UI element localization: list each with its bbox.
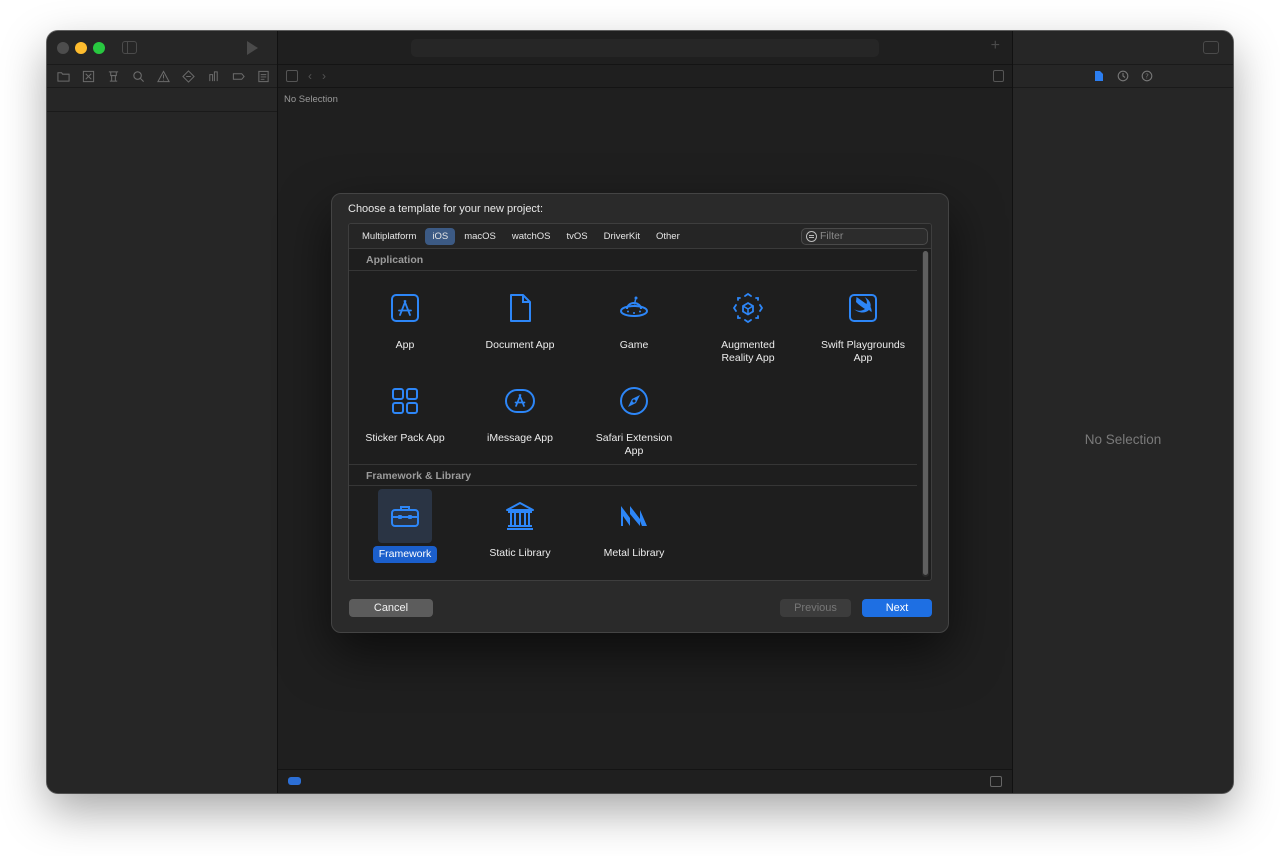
- template-app[interactable]: App: [350, 281, 460, 353]
- document-icon: [493, 281, 547, 335]
- debug-icon[interactable]: [205, 69, 221, 83]
- building-columns-icon: [493, 489, 547, 543]
- help-icon[interactable]: ?: [1141, 70, 1153, 82]
- framework-grid: Framework Static Library Metal Library: [349, 486, 917, 580]
- search-icon[interactable]: [130, 69, 146, 83]
- tab-watchos[interactable]: watchOS: [505, 228, 558, 245]
- back-chevron-icon[interactable]: ‹: [308, 69, 312, 83]
- next-button[interactable]: Next: [862, 599, 932, 617]
- navigator-tabs: [47, 64, 277, 88]
- ar-cube-icon: [721, 281, 775, 335]
- folder-icon[interactable]: [55, 69, 71, 83]
- swift-icon: [836, 281, 890, 335]
- window-titlebar: [47, 31, 277, 64]
- imessage-icon: [493, 374, 547, 428]
- test-icon[interactable]: [180, 69, 196, 83]
- template-label: Game: [619, 339, 649, 351]
- activity-viewer: [411, 39, 879, 57]
- breakpoint-icon[interactable]: [230, 69, 246, 83]
- jump-bar-no-selection: No Selection: [284, 94, 338, 105]
- debug-bar: [278, 769, 1012, 793]
- template-label: Augmented Reality App: [721, 339, 775, 364]
- grid-squares-icon: [378, 374, 432, 428]
- template-label: iMessage App: [487, 432, 553, 444]
- compass-icon: [607, 374, 661, 428]
- warning-icon[interactable]: [155, 69, 171, 83]
- template-game[interactable]: Game: [579, 281, 689, 353]
- navigator-toggle-icon[interactable]: [122, 41, 137, 54]
- zoom-window-button[interactable]: [93, 42, 105, 54]
- template-augmented-reality-app[interactable]: Augmented Reality App: [693, 281, 803, 366]
- inspector-pane: ? No Selection: [1012, 31, 1233, 793]
- related-items-icon[interactable]: [286, 70, 298, 82]
- platform-bar: Multiplatform iOS macOS watchOS tvOS Dri…: [349, 224, 931, 249]
- report-icon[interactable]: [255, 69, 271, 83]
- jump-bar: ‹ ›: [278, 64, 1012, 88]
- cancel-button[interactable]: Cancel: [349, 599, 433, 617]
- section-header-framework-library: Framework & Library: [349, 464, 917, 486]
- template-label: Document App: [485, 339, 555, 351]
- template-label: Swift Playgrounds App: [820, 339, 906, 364]
- template-chooser: Multiplatform iOS macOS watchOS tvOS Dri…: [348, 223, 932, 581]
- template-document-app[interactable]: Document App: [465, 281, 575, 353]
- navigator-content: [47, 88, 277, 112]
- close-window-button[interactable]: [57, 42, 69, 54]
- symbol-icon[interactable]: [105, 69, 121, 83]
- history-icon[interactable]: [1117, 70, 1129, 82]
- filter-input[interactable]: Filter: [801, 228, 928, 245]
- inspector-tabs: ?: [1013, 64, 1233, 88]
- platform-tabs: Multiplatform iOS macOS watchOS tvOS Dri…: [355, 228, 689, 245]
- run-icon[interactable]: [247, 41, 258, 55]
- dialog-title: Choose a template for your new project:: [348, 203, 544, 215]
- tab-driverkit[interactable]: DriverKit: [597, 228, 647, 245]
- navigator-pane: [47, 31, 278, 793]
- file-inspector-icon[interactable]: [1093, 70, 1105, 82]
- scroll-thumb[interactable]: [923, 251, 928, 575]
- tab-tvos[interactable]: tvOS: [559, 228, 594, 245]
- template-label: Metal Library: [603, 547, 665, 559]
- template-list: Application App Document App Game Augmen…: [349, 249, 917, 580]
- section-header-application: Application: [349, 249, 917, 271]
- template-safari-extension-app[interactable]: Safari Extension App: [579, 374, 689, 459]
- inspector-titlebar: [1013, 31, 1233, 64]
- inspector-no-selection: No Selection: [1084, 432, 1162, 447]
- application-grid: App Document App Game Augmented Reality …: [349, 271, 917, 464]
- filter-placeholder: Filter: [820, 230, 844, 242]
- editor-options-icon[interactable]: [993, 70, 1004, 82]
- app-store-icon: [378, 281, 432, 335]
- inspector-toggle-icon[interactable]: [1203, 41, 1219, 54]
- template-static-library[interactable]: Static Library: [465, 489, 575, 561]
- new-project-dialog: Choose a template for your new project: …: [331, 193, 949, 633]
- filter-icon: [806, 231, 817, 242]
- template-swift-playgrounds-app[interactable]: Swift Playgrounds App: [808, 281, 918, 366]
- source-control-icon[interactable]: [80, 69, 96, 83]
- template-label: Static Library: [489, 547, 551, 559]
- metal-icon: [607, 489, 661, 543]
- template-label: App: [395, 339, 415, 351]
- template-framework[interactable]: Framework: [350, 489, 460, 563]
- template-metal-library[interactable]: Metal Library: [579, 489, 689, 561]
- tab-other[interactable]: Other: [649, 228, 687, 245]
- template-scrollbar[interactable]: [922, 251, 929, 577]
- toolbox-icon: [378, 489, 432, 543]
- minimize-window-button[interactable]: [75, 42, 87, 54]
- toolbar: +: [278, 31, 1012, 64]
- tab-multiplatform[interactable]: Multiplatform: [355, 228, 423, 245]
- filter-toggle-icon[interactable]: [288, 777, 301, 785]
- template-label: Sticker Pack App: [365, 432, 445, 444]
- template-sticker-pack-app[interactable]: Sticker Pack App: [350, 374, 460, 446]
- template-label: Safari Extension App: [595, 432, 673, 457]
- tab-macos[interactable]: macOS: [457, 228, 503, 245]
- previous-button[interactable]: Previous: [780, 599, 851, 617]
- add-icon[interactable]: +: [991, 38, 1000, 54]
- forward-chevron-icon[interactable]: ›: [322, 69, 326, 83]
- debug-area-toggle-icon[interactable]: [990, 776, 1002, 787]
- svg-text:?: ?: [1145, 72, 1149, 80]
- ufo-icon: [607, 281, 661, 335]
- tab-ios[interactable]: iOS: [425, 228, 456, 245]
- template-imessage-app[interactable]: iMessage App: [465, 374, 575, 446]
- template-label: Framework: [372, 546, 438, 563]
